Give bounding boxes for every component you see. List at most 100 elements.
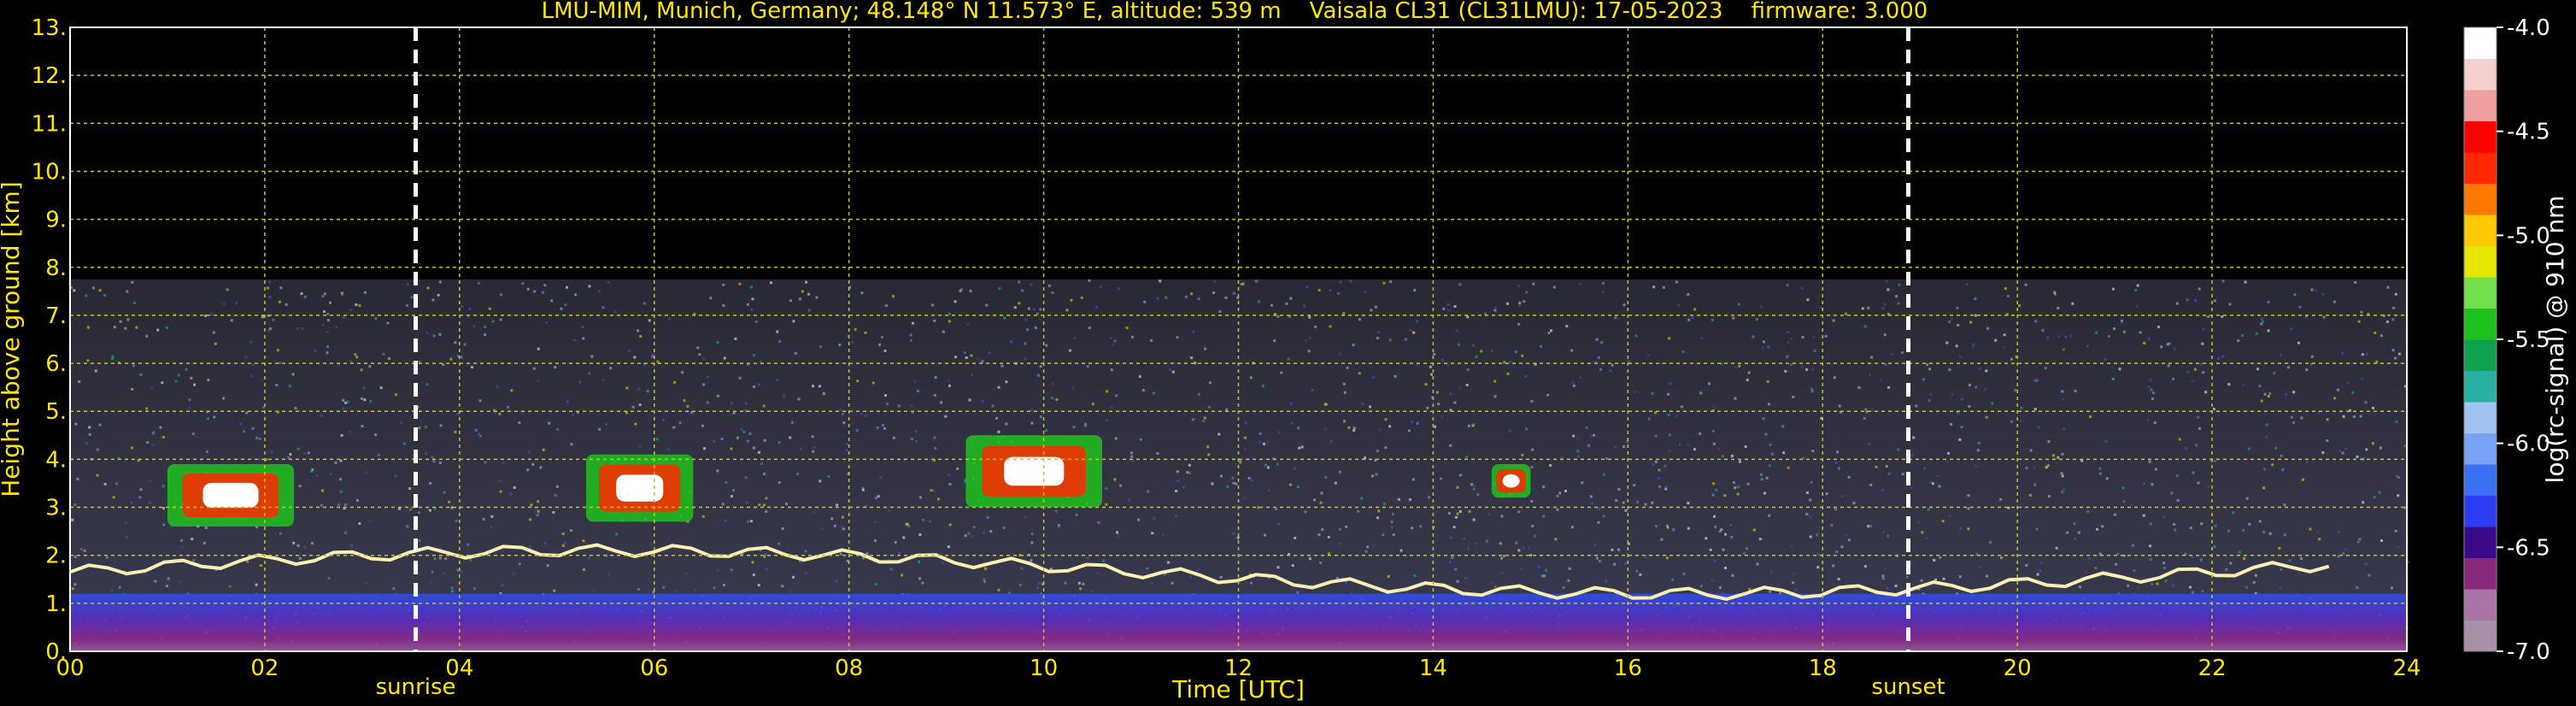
x-tick-label: 06 — [640, 656, 668, 681]
noise-speck — [1324, 403, 1328, 406]
noise-speck — [696, 346, 700, 350]
noise-speck — [460, 570, 463, 574]
noise-speck — [1658, 468, 1661, 472]
noise-speck — [482, 517, 485, 521]
noise-speck — [1787, 466, 1790, 469]
noise-speck — [261, 379, 264, 382]
noise-speck — [1470, 483, 1474, 486]
noise-speck — [543, 284, 547, 287]
noise-speck — [1480, 350, 1483, 353]
noise-speck — [1018, 583, 1022, 586]
noise-speck — [1207, 453, 1211, 456]
x-tick-label: 04 — [445, 656, 473, 681]
noise-speck — [1977, 441, 1980, 444]
noise-speck — [2302, 478, 2305, 481]
noise-speck — [2252, 580, 2256, 584]
noise-speck — [2148, 337, 2151, 340]
noise-speck — [1416, 421, 1419, 425]
noise-speck — [1384, 418, 1388, 421]
noise-speck — [734, 337, 737, 340]
noise-speck — [2094, 567, 2098, 569]
noise-speck — [257, 457, 261, 461]
noise-speck — [110, 589, 114, 591]
noise-speck — [488, 307, 491, 310]
noise-speck — [406, 283, 409, 286]
noise-speck — [1646, 354, 1650, 357]
noise-speck — [964, 534, 967, 538]
noise-speck — [526, 468, 530, 472]
noise-speck — [2326, 439, 2329, 442]
noise-speck — [777, 441, 781, 444]
noise-speck — [146, 441, 150, 444]
noise-speck — [758, 503, 761, 507]
noise-speck — [1572, 434, 1576, 438]
noise-speck — [1863, 417, 1866, 420]
noise-speck — [1358, 372, 1361, 375]
noise-speck — [984, 567, 988, 570]
noise-speck — [1458, 343, 1461, 346]
noise-speck — [752, 354, 755, 357]
noise-speck — [1515, 541, 1518, 544]
noise-speck — [561, 532, 565, 535]
noise-speck — [1929, 480, 1933, 484]
noise-speck — [702, 357, 706, 361]
noise-speck — [1523, 299, 1525, 303]
noise-speck — [1598, 507, 1601, 510]
noise-speck — [601, 306, 605, 309]
colorbar-segment — [2464, 58, 2497, 91]
y-tick-label: 0. — [45, 639, 67, 665]
noise-speck — [1364, 291, 1367, 294]
noise-speck — [1969, 383, 1971, 386]
noise-speck — [1018, 302, 1021, 305]
noise-speck — [1769, 444, 1772, 447]
noise-speck — [156, 328, 160, 332]
noise-speck — [1366, 545, 1370, 549]
noise-speck — [1832, 319, 1835, 322]
noise-speck — [1384, 446, 1388, 450]
noise-speck — [537, 509, 540, 513]
noise-speck — [266, 286, 269, 290]
noise-speck — [1738, 364, 1741, 368]
noise-speck — [1890, 353, 1893, 356]
noise-speck — [588, 285, 591, 288]
noise-speck — [1247, 476, 1251, 479]
noise-speck — [889, 568, 893, 571]
noise-speck — [1467, 424, 1470, 427]
noise-speck — [731, 489, 735, 492]
noise-speck — [1978, 367, 1981, 370]
noise-speck — [1617, 548, 1621, 551]
cloud-center — [202, 482, 259, 509]
noise-speck — [1605, 457, 1609, 460]
noise-speck — [801, 290, 804, 293]
noise-speck — [1209, 381, 1212, 385]
noise-speck — [2268, 532, 2272, 535]
noise-speck — [425, 452, 427, 455]
noise-speck — [886, 402, 889, 405]
noise-speck — [2326, 418, 2329, 421]
noise-speck — [2386, 285, 2390, 289]
noise-speck — [947, 545, 950, 549]
noise-speck — [1687, 444, 1690, 447]
noise-speck — [394, 474, 397, 478]
noise-speck — [1920, 579, 1923, 582]
noise-speck — [880, 335, 883, 338]
noise-speck — [1288, 483, 1292, 486]
colorbar-segment — [2464, 589, 2497, 621]
noise-speck — [989, 530, 993, 533]
noise-speck — [1297, 427, 1300, 430]
noise-speck — [1003, 316, 1006, 320]
noise-speck — [1585, 426, 1588, 429]
noise-speck — [2074, 390, 2077, 392]
noise-speck — [2189, 527, 2192, 530]
noise-speck — [2395, 474, 2398, 477]
noise-speck — [2341, 451, 2344, 455]
noise-speck — [1545, 568, 1547, 572]
noise-speck — [765, 497, 768, 500]
noise-speck — [839, 552, 842, 556]
noise-speck — [1188, 575, 1192, 579]
noise-speck — [2359, 415, 2362, 418]
noise-speck — [159, 426, 162, 429]
noise-speck — [73, 503, 77, 507]
noise-speck — [1131, 459, 1135, 462]
noise-speck — [334, 461, 337, 464]
